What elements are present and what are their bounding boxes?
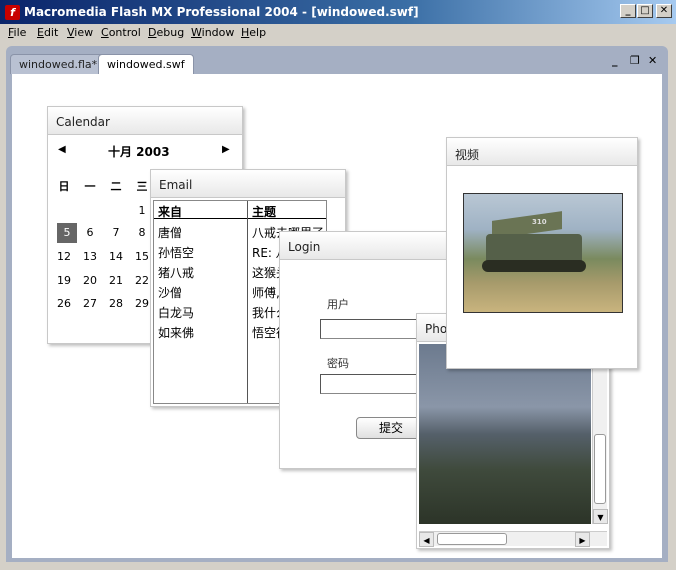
calendar-titlebar[interactable]: Calendar [48,107,242,135]
document-window: windowed.fla* windowed.swf _ ❐ ✕ Calenda… [6,46,668,562]
tab-windowed-fla[interactable]: windowed.fla* [10,54,107,74]
next-month-icon[interactable]: ▶ [222,144,230,155]
tab-windowed-swf[interactable]: windowed.swf [98,54,194,74]
video-titlebar[interactable]: 视频 [447,138,637,166]
scroll-down-icon[interactable]: ▼ [593,509,608,524]
email-subject[interactable]: 师傅, [252,284,280,301]
doc-close-icon[interactable]: ✕ [648,54,657,67]
scroll-left-icon[interactable]: ◀ [419,532,434,547]
calendar-month: 十月 2003 [108,145,170,159]
calendar-day[interactable]: 20 [80,271,100,291]
title-bar: f Macromedia Flash MX Professional 2004 … [0,0,676,24]
vertical-scroll-thumb[interactable] [594,434,606,504]
calendar-day[interactable]: 28 [106,294,126,314]
horizontal-scroll-thumb[interactable] [437,533,507,545]
user-label: 用户 [327,298,349,311]
calendar-day[interactable]: 14 [106,247,126,267]
menu-window[interactable]: Window [191,26,234,39]
calendar-day[interactable]: 21 [106,271,126,291]
menu-edit[interactable]: Edit [37,26,58,39]
email-from[interactable]: 孙悟空 [158,244,194,261]
email-from[interactable]: 猪八戒 [158,264,194,281]
column-divider [247,201,248,403]
calendar-day[interactable]: 13 [80,247,100,267]
calendar-day[interactable]: 8 [132,223,152,243]
flash-app-icon[interactable]: f [5,5,20,20]
menu-bar: File Edit View Control Debug Window Help [0,24,676,42]
calendar-day[interactable]: 15 [132,247,152,267]
weekday-mon: 一 [84,180,96,193]
calendar-day[interactable]: 26 [54,294,74,314]
calendar-day[interactable]: 29 [132,294,152,314]
email-titlebar[interactable]: Email [151,170,345,198]
menu-debug[interactable]: Debug [148,26,184,39]
calendar-day[interactable]: 22 [132,271,152,291]
email-title: Email [159,178,193,192]
photo-image [419,344,591,524]
vertical-scrollbar[interactable]: ▼ [592,344,608,524]
window-title: Macromedia Flash MX Professional 2004 - … [24,5,419,19]
swf-stage: Calendar ◀ 十月 2003 ▶ 日 一 二 三 1 5 6 7 8 1… [12,74,662,558]
menu-view[interactable]: View [67,26,93,39]
login-titlebar[interactable]: Login [280,232,474,260]
email-from[interactable]: 如来佛 [158,324,194,341]
calendar-day[interactable]: 19 [54,271,74,291]
maximize-button[interactable]: □ [637,4,653,18]
horizontal-scrollbar[interactable]: ◀ ▶ [419,531,607,547]
video-player[interactable]: 310 [463,193,623,313]
menu-help[interactable]: Help [241,26,266,39]
scroll-right-icon[interactable]: ▶ [575,532,590,547]
calendar-day[interactable]: 27 [80,294,100,314]
login-title: Login [288,240,321,254]
password-label: 密码 [327,357,349,370]
email-from[interactable]: 白龙马 [158,304,194,321]
menu-file[interactable]: File [8,26,26,39]
calendar-day[interactable]: 12 [54,247,74,267]
minimize-button[interactable]: _ [620,4,636,18]
weekday-tue: 二 [110,180,122,193]
doc-minimize-icon[interactable]: _ [612,54,618,67]
calendar-day[interactable]: 6 [80,223,100,243]
column-header-subject[interactable]: 主题 [248,201,326,219]
calendar-title: Calendar [56,115,110,129]
email-from[interactable]: 沙僧 [158,284,182,301]
calendar-day[interactable]: 7 [106,223,126,243]
video-window[interactable]: 视频 310 [446,137,638,369]
tank-marking: 310 [532,218,547,226]
close-button[interactable]: ✕ [656,4,672,18]
column-header-from[interactable]: 来自 [154,201,247,219]
doc-restore-icon[interactable]: ❐ [630,54,640,67]
email-from[interactable]: 唐僧 [158,224,182,241]
weekday-sun: 日 [58,180,70,193]
tank-tracks-shape [482,260,586,272]
calendar-day-selected[interactable]: 5 [57,223,77,243]
menu-control[interactable]: Control [101,26,141,39]
prev-month-icon[interactable]: ◀ [58,144,66,155]
calendar-day[interactable]: 1 [132,201,152,221]
weekday-wed: 三 [136,180,148,193]
video-title: 视频 [455,148,480,162]
